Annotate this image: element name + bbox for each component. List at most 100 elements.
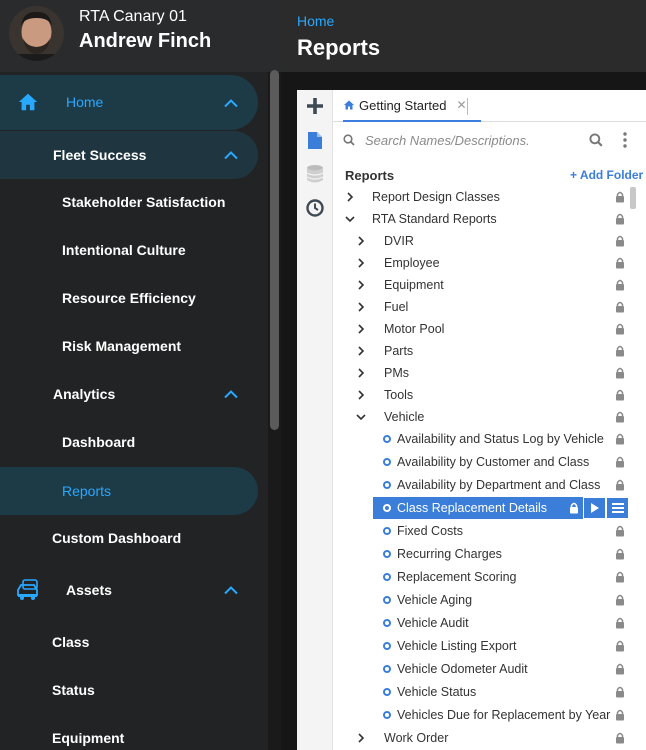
caret-right-icon[interactable]: [356, 346, 366, 356]
lock-icon: [616, 257, 624, 269]
tree-report-vehicle-listing-export[interactable]: Vehicle Listing Export: [333, 635, 625, 657]
lock-icon: [616, 191, 624, 203]
tree-report-class-replacement-details[interactable]: Class Replacement Details: [373, 497, 583, 519]
caret-right-icon[interactable]: [356, 280, 366, 290]
tree-label: Replacement Scoring: [397, 570, 517, 584]
caret-down-icon[interactable]: [356, 412, 366, 422]
report-dot-icon: [383, 504, 391, 512]
report-menu-button[interactable]: [606, 498, 628, 518]
tree-folder-fuel[interactable]: Fuel: [333, 296, 625, 318]
tree-report-replacement-scoring[interactable]: Replacement Scoring: [333, 566, 625, 588]
tree-label: Equipment: [384, 278, 444, 292]
database-icon: [307, 165, 323, 183]
tree-report-vehicle-odometer-audit[interactable]: Vehicle Odometer Audit: [333, 658, 625, 680]
tree-label: Availability by Customer and Class: [397, 455, 590, 469]
chevron-up-icon[interactable]: [224, 586, 238, 595]
tree-label: Employee: [384, 256, 440, 270]
nav-reports[interactable]: Reports: [0, 467, 258, 515]
caret-right-icon[interactable]: [356, 368, 366, 378]
caret-down-icon[interactable]: [345, 214, 355, 224]
breadcrumb[interactable]: Home: [297, 13, 334, 29]
nav-assets-label: Assets: [66, 582, 112, 598]
tree-report-vehicle-aging[interactable]: Vehicle Aging: [333, 589, 625, 611]
run-report-button[interactable]: [583, 498, 605, 518]
tree-report-vehicle-status[interactable]: Vehicle Status: [333, 681, 625, 703]
caret-right-icon[interactable]: [356, 258, 366, 268]
lock-icon: [616, 389, 624, 401]
nav-custom-dashboard-label: Custom Dashboard: [52, 530, 182, 546]
tree-scrollbar-thumb[interactable]: [630, 187, 636, 209]
more-vert-icon[interactable]: [623, 132, 627, 148]
history-rail-button[interactable]: [297, 192, 333, 224]
tree-folder-employee[interactable]: Employee: [333, 252, 625, 274]
tree-folder-tools[interactable]: Tools: [333, 384, 625, 406]
nav-assets[interactable]: Assets: [0, 572, 258, 608]
tab-getting-started[interactable]: Getting Started ✕: [343, 90, 481, 122]
tree-header: Reports: [345, 168, 395, 183]
nav-home[interactable]: Home: [0, 75, 258, 130]
tree-report-recurring-charges[interactable]: Recurring Charges: [333, 543, 625, 565]
nav-resource-efficiency[interactable]: Resource Efficiency: [0, 282, 258, 314]
tree-label: Fuel: [384, 300, 409, 314]
tree-folder-parts[interactable]: Parts: [333, 340, 625, 362]
add-folder-button[interactable]: + Add Folder: [570, 168, 643, 182]
lock-icon: [616, 548, 624, 560]
nav-status[interactable]: Status: [0, 674, 258, 706]
tree-folder-work-order[interactable]: Work Order: [333, 727, 625, 749]
nav-fleet-success[interactable]: Fleet Success: [0, 131, 258, 179]
sidebar-scrollbar-thumb[interactable]: [270, 70, 279, 430]
tree-label: Report Design Classes: [372, 190, 500, 204]
tree-report-fixed-costs[interactable]: Fixed Costs: [333, 520, 625, 542]
nav-dashboard[interactable]: Dashboard: [0, 426, 258, 458]
chevron-up-icon[interactable]: [224, 98, 238, 107]
nav-equipment-label: Equipment: [52, 730, 125, 746]
tree-report-vehicles-due[interactable]: Vehicles Due for Replacement by Year: [333, 704, 625, 726]
caret-right-icon[interactable]: [356, 236, 366, 246]
tree-folder-dvir[interactable]: DVIR: [333, 230, 625, 252]
document-icon: [308, 131, 322, 149]
tree-label: PMs: [384, 366, 409, 380]
tree-report-vehicle-audit[interactable]: Vehicle Audit: [333, 612, 625, 634]
chevron-up-icon[interactable]: [224, 151, 238, 160]
tree-report-availability-customer[interactable]: Availability by Customer and Class: [333, 451, 625, 473]
lock-icon: [616, 433, 624, 445]
avatar[interactable]: [9, 6, 64, 61]
lock-icon: [616, 709, 624, 721]
chevron-up-icon[interactable]: [224, 390, 238, 399]
tree-label: Vehicle Listing Export: [397, 639, 517, 653]
tree-folder-report-design-classes[interactable]: Report Design Classes: [333, 186, 625, 208]
nav-custom-dashboard[interactable]: Custom Dashboard: [0, 522, 258, 554]
nav-equipment[interactable]: Equipment: [0, 722, 258, 750]
report-dot-icon: [383, 550, 391, 558]
caret-right-icon[interactable]: [356, 302, 366, 312]
lock-icon: [616, 663, 624, 675]
caret-right-icon[interactable]: [356, 390, 366, 400]
tree-folder-pms[interactable]: PMs: [333, 362, 625, 384]
nav-class[interactable]: Class: [0, 626, 258, 658]
lock-icon: [570, 502, 578, 514]
tree-report-availability-department[interactable]: Availability by Department and Class: [333, 474, 625, 496]
nav-risk-management[interactable]: Risk Management: [0, 330, 258, 362]
reports-rail-button[interactable]: [297, 124, 333, 156]
clock-icon: [306, 199, 324, 217]
add-button[interactable]: [297, 90, 333, 122]
tree-label: DVIR: [384, 234, 414, 248]
caret-right-icon[interactable]: [345, 192, 355, 202]
nav-analytics[interactable]: Analytics: [0, 378, 258, 410]
close-icon[interactable]: ✕: [456, 98, 466, 112]
lock-icon: [616, 345, 624, 357]
caret-right-icon[interactable]: [356, 324, 366, 334]
tree-folder-motor-pool[interactable]: Motor Pool: [333, 318, 625, 340]
nav-stakeholder-satisfaction[interactable]: Stakeholder Satisfaction: [0, 186, 258, 218]
lock-icon: [616, 571, 624, 583]
search-input[interactable]: [365, 130, 585, 150]
lock-icon: [616, 301, 624, 313]
database-rail-button[interactable]: [297, 158, 333, 190]
nav-intentional-culture[interactable]: Intentional Culture: [0, 234, 258, 266]
tree-folder-equipment[interactable]: Equipment: [333, 274, 625, 296]
tree-folder-vehicle[interactable]: Vehicle: [333, 406, 625, 428]
caret-right-icon[interactable]: [356, 733, 366, 743]
search-icon[interactable]: [589, 133, 603, 147]
tree-report-availability-status-log[interactable]: Availability and Status Log by Vehicle: [333, 428, 625, 450]
tree-folder-rta-standard-reports[interactable]: RTA Standard Reports: [333, 208, 625, 230]
